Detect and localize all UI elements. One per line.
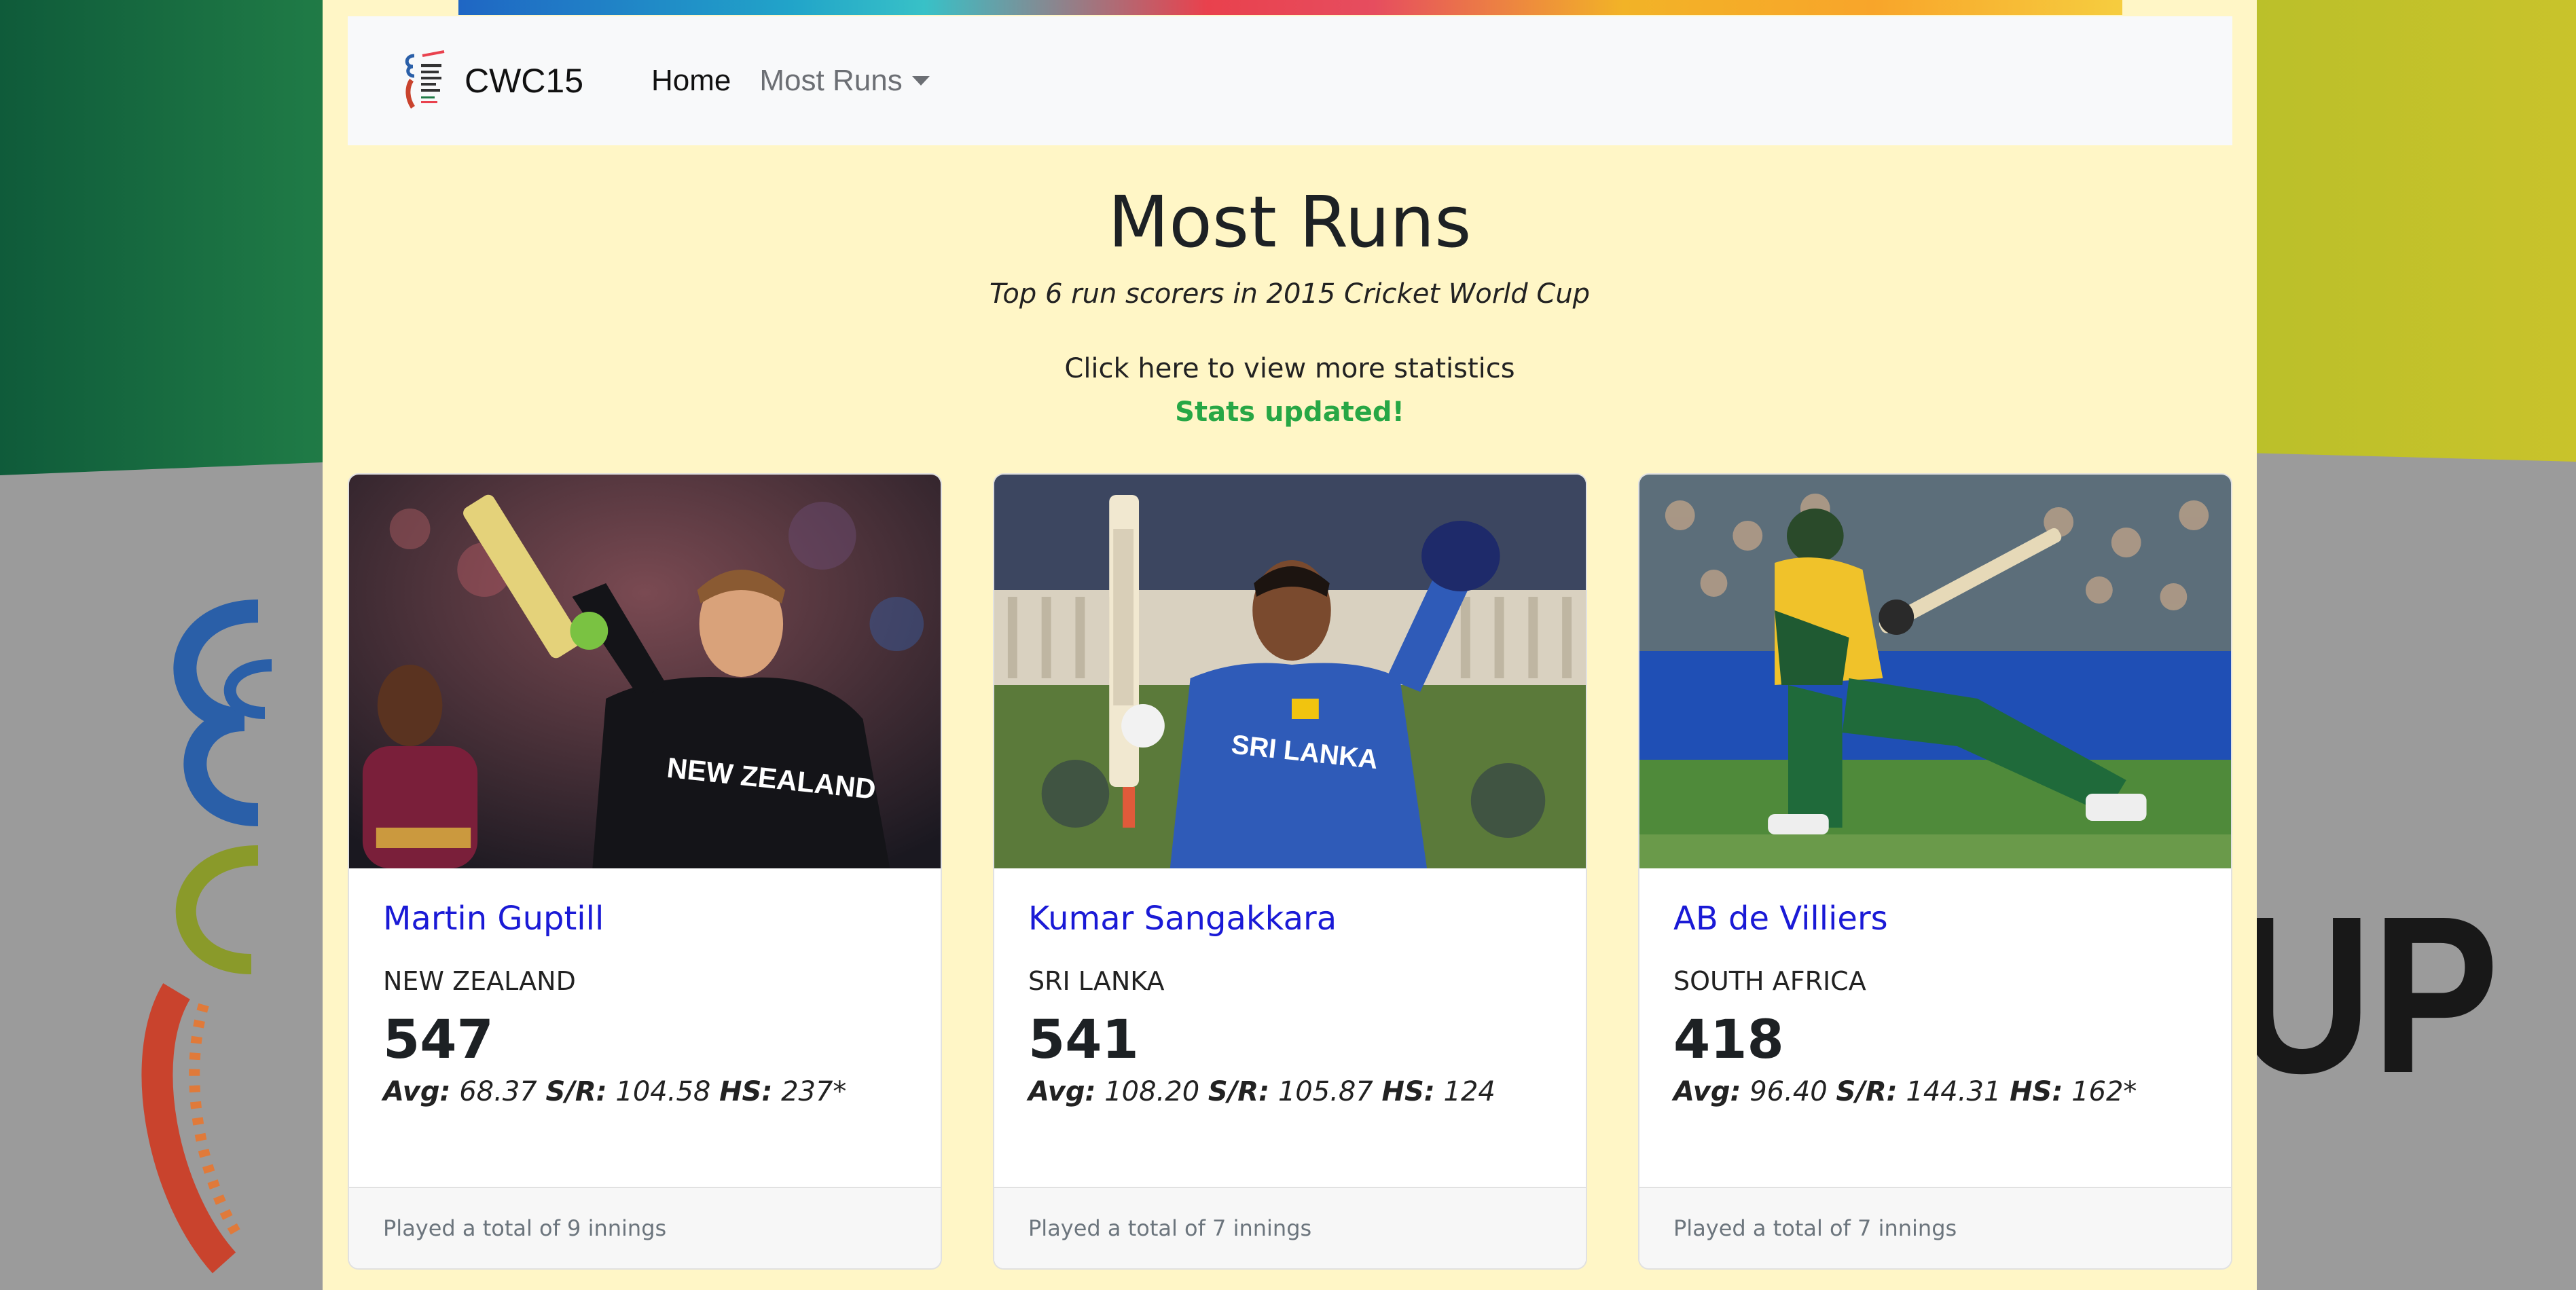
hs-value: 162* xyxy=(2071,1076,2137,1107)
player-photo xyxy=(1639,475,2231,868)
hs-value: 124 xyxy=(1443,1076,1495,1107)
player-name-link[interactable]: Kumar Sangakkara xyxy=(1028,900,1552,938)
status-message: Stats updated! xyxy=(1175,397,1404,428)
sr-label: S/R: xyxy=(545,1076,607,1107)
nav-home[interactable]: Home xyxy=(651,64,731,98)
hs-label: HS: xyxy=(719,1076,773,1107)
player-country: NEW ZEALAND xyxy=(383,966,576,996)
more-statistics-link[interactable]: Click here to view more statistics xyxy=(323,353,2257,384)
background-swirl-graphic xyxy=(141,600,272,1274)
player-card: AB de Villiers SOUTH AFRICA 418 Avg: 96.… xyxy=(1638,473,2232,1270)
brand-name: CWC15 xyxy=(465,62,584,100)
avg-value: 108.20 xyxy=(1104,1076,1200,1107)
player-stats: Avg: 96.40 S/R: 144.31 HS: 162* xyxy=(1673,1076,2197,1107)
player-country: SOUTH AFRICA xyxy=(1673,966,1866,996)
card-footer: Played a total of 9 innings xyxy=(349,1187,941,1268)
player-card: SRI LANKA Kumar Sangakkara SRI LANKA 541… xyxy=(993,473,1587,1270)
card-footer: Played a total of 7 innings xyxy=(1639,1187,2231,1268)
nav-most-runs-dropdown[interactable]: Most Runs xyxy=(759,64,930,98)
color-stripe xyxy=(458,0,2122,15)
player-runs: 541 xyxy=(1028,1010,1139,1071)
player-country: SRI LANKA xyxy=(1028,966,1165,996)
avg-label: Avg: xyxy=(1028,1076,1096,1107)
card-body: AB de Villiers SOUTH AFRICA 418 Avg: 96.… xyxy=(1639,868,2231,1107)
player-card: NEW ZEALAND Martin Guptill NEW ZEALAND 5… xyxy=(348,473,942,1270)
avg-value: 68.37 xyxy=(459,1076,537,1107)
hs-label: HS: xyxy=(1381,1076,1435,1107)
sr-value: 144.31 xyxy=(1906,1076,2001,1107)
nav-most-runs-label: Most Runs xyxy=(759,64,903,97)
sr-value: 104.58 xyxy=(615,1076,711,1107)
avg-value: 96.40 xyxy=(1749,1076,1828,1107)
background-graphic-letters: UP xyxy=(2234,869,2499,1120)
player-name-link[interactable]: Martin Guptill xyxy=(383,900,907,938)
player-runs: 418 xyxy=(1673,1010,1784,1071)
sr-label: S/R: xyxy=(1208,1076,1270,1107)
player-runs: 547 xyxy=(383,1010,494,1071)
sr-value: 105.87 xyxy=(1277,1076,1373,1107)
caret-down-icon xyxy=(911,76,930,86)
cricket-world-cup-logo-icon xyxy=(405,50,445,109)
page-subtitle: Top 6 run scorers in 2015 Cricket World … xyxy=(989,278,1591,310)
avg-label: Avg: xyxy=(383,1076,451,1107)
navbar: CWC15 Home Most Runs xyxy=(348,16,2232,145)
player-photo: SRI LANKA xyxy=(994,475,1586,868)
player-stats: Avg: 68.37 S/R: 104.58 HS: 237* xyxy=(383,1076,907,1107)
card-footer: Played a total of 7 innings xyxy=(994,1187,1586,1268)
player-name-link[interactable]: AB de Villiers xyxy=(1673,900,2197,938)
sr-label: S/R: xyxy=(1836,1076,1898,1107)
main-container: CWC15 Home Most Runs Most Runs Top 6 run… xyxy=(323,0,2257,1290)
hs-value: 237* xyxy=(781,1076,847,1107)
hs-label: HS: xyxy=(2010,1076,2063,1107)
player-photo: NEW ZEALAND xyxy=(349,475,941,868)
hero: Most Runs Top 6 run scorers in 2015 Cric… xyxy=(323,183,2257,428)
card-body: Martin Guptill NEW ZEALAND 547 Avg: 68.3… xyxy=(349,868,941,1107)
player-stats: Avg: 108.20 S/R: 105.87 HS: 124 xyxy=(1028,1076,1552,1107)
page-title: Most Runs xyxy=(1108,181,1472,263)
brand[interactable]: CWC15 xyxy=(402,50,583,111)
avg-label: Avg: xyxy=(1673,1076,1741,1107)
card-body: Kumar Sangakkara SRI LANKA 541 Avg: 108.… xyxy=(994,868,1586,1107)
